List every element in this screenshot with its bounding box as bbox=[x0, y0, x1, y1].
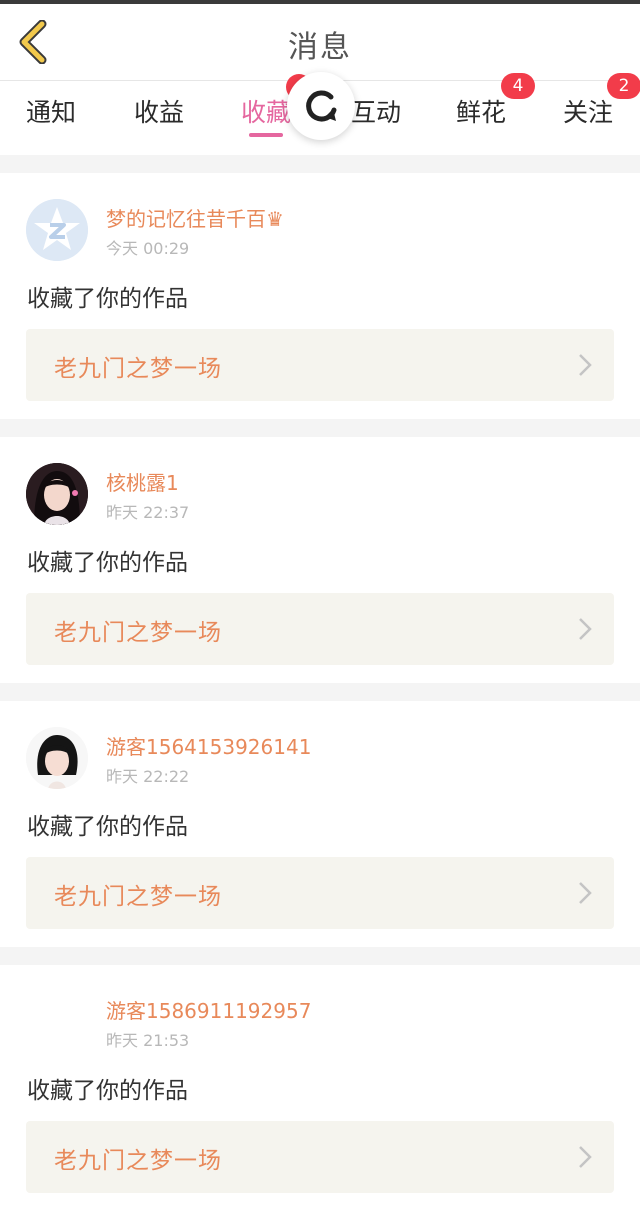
tab-favorites[interactable]: 收藏 bbox=[241, 91, 291, 135]
tab-flowers[interactable]: 鲜花 bbox=[456, 91, 506, 135]
timestamp: 昨天 22:22 bbox=[106, 767, 190, 786]
avatar[interactable] bbox=[26, 991, 88, 1053]
username[interactable]: 游客1586911192957 bbox=[106, 995, 311, 1024]
work-link[interactable]: 老九门之梦一场 bbox=[26, 857, 614, 929]
work-title: 老九门之梦一场 bbox=[54, 1148, 222, 1174]
active-tab-indicator bbox=[249, 133, 283, 137]
action-text: 收藏了你的作品 bbox=[27, 814, 188, 840]
tab-label: 鲜花 bbox=[456, 98, 507, 127]
photo-avatar-girl-icon bbox=[26, 463, 88, 525]
username[interactable]: 核桃露1 bbox=[106, 467, 179, 496]
tab-badge-following: 2 bbox=[607, 73, 640, 99]
work-title: 老九门之梦一场 bbox=[54, 884, 222, 910]
tab-label: 收藏 bbox=[241, 98, 292, 127]
message-card: 游客1564153926141 昨天 22:22 收藏了你的作品 老九门之梦一场 bbox=[0, 701, 640, 947]
section-gap bbox=[0, 947, 640, 965]
chevron-right-icon bbox=[579, 354, 592, 376]
username[interactable]: 梦的记忆往昔千百♛ bbox=[106, 203, 284, 232]
refresh-icon bbox=[306, 90, 337, 122]
username[interactable]: 游客1564153926141 bbox=[106, 731, 311, 760]
tab-following[interactable]: 关注 bbox=[563, 91, 613, 135]
chevron-right-icon bbox=[579, 1146, 592, 1168]
section-gap bbox=[0, 683, 640, 701]
timestamp: 今天 00:29 bbox=[106, 239, 190, 258]
tab-label: 互动 bbox=[351, 98, 402, 127]
tab-notification[interactable]: 通知 bbox=[26, 91, 76, 135]
photo-avatar-bob-hair-icon bbox=[26, 727, 88, 789]
section-gap bbox=[0, 155, 640, 173]
timestamp: 昨天 21:53 bbox=[106, 1031, 190, 1050]
work-title: 老九门之梦一场 bbox=[54, 356, 222, 382]
default-star-avatar-icon bbox=[26, 199, 88, 261]
chevron-right-icon bbox=[579, 618, 592, 640]
tab-label: 关注 bbox=[563, 98, 614, 127]
action-text: 收藏了你的作品 bbox=[27, 1078, 188, 1104]
page-title: 消息 bbox=[288, 30, 352, 65]
message-card: 核桃露1 昨天 22:37 收藏了你的作品 老九门之梦一场 bbox=[0, 437, 640, 683]
action-text: 收藏了你的作品 bbox=[27, 286, 188, 312]
avatar[interactable] bbox=[26, 199, 88, 261]
work-link[interactable]: 老九门之梦一场 bbox=[26, 1121, 614, 1193]
header: 消息 bbox=[0, 4, 640, 80]
work-link[interactable]: 老九门之梦一场 bbox=[26, 593, 614, 665]
refresh-button[interactable] bbox=[287, 72, 355, 140]
avatar[interactable] bbox=[26, 727, 88, 789]
avatar[interactable] bbox=[26, 463, 88, 525]
tab-label: 通知 bbox=[26, 98, 77, 127]
tab-interaction[interactable]: 互动 bbox=[351, 91, 401, 135]
work-title: 老九门之梦一场 bbox=[54, 620, 222, 646]
tab-earnings[interactable]: 收益 bbox=[134, 91, 184, 135]
section-gap bbox=[0, 419, 640, 437]
work-link[interactable]: 老九门之梦一场 bbox=[26, 329, 614, 401]
message-card: 游客1586911192957 昨天 21:53 收藏了你的作品 老九门之梦一场 bbox=[0, 965, 640, 1211]
tab-badge-flowers: 4 bbox=[501, 73, 535, 99]
timestamp: 昨天 22:37 bbox=[106, 503, 190, 522]
tab-label: 收益 bbox=[134, 98, 185, 127]
action-text: 收藏了你的作品 bbox=[27, 550, 188, 576]
message-card: 梦的记忆往昔千百♛ 今天 00:29 收藏了你的作品 老九门之梦一场 bbox=[0, 173, 640, 419]
chevron-right-icon bbox=[579, 882, 592, 904]
